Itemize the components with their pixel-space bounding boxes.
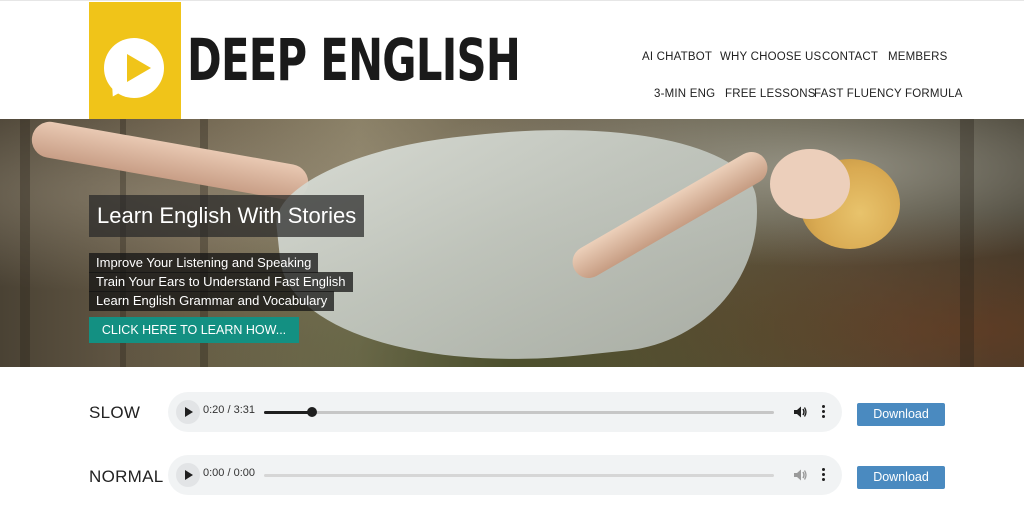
hero-bullet: Improve Your Listening and Speaking [89, 253, 319, 273]
nav-item-contact[interactable]: CONTACT [822, 51, 878, 63]
audio-time: 0:00 / 0:00 [203, 467, 255, 479]
seek-bar-progress [264, 411, 313, 414]
audio-player-slow[interactable]: 0:20 / 3:31 [168, 392, 842, 432]
nav-item-ai-chatbot[interactable]: AI CHATBOT [642, 51, 712, 63]
logo-mark[interactable] [89, 2, 181, 120]
tree-trunk [960, 119, 974, 367]
brand-name[interactable]: DEEP ENGLISH [187, 31, 521, 89]
seek-bar[interactable] [264, 407, 774, 417]
hero-bullet: Train Your Ears to Understand Fast Engli… [89, 272, 353, 292]
hero-bullet: Learn English Grammar and Vocabulary [89, 291, 335, 311]
audio-label-slow: SLOW [89, 403, 141, 422]
hero-banner: Learn English With Stories Improve Your … [0, 119, 1024, 367]
play-button[interactable] [176, 463, 200, 487]
nav-item-fast-fluency-formula[interactable]: FAST FLUENCY FORMULA [814, 88, 963, 100]
site-header: DEEP ENGLISH AI CHATBOT WHY CHOOSE US CO… [0, 0, 1024, 120]
download-button-normal[interactable]: Download [857, 466, 945, 489]
more-options-icon[interactable] [818, 466, 828, 484]
audio-label-normal: NORMAL [89, 467, 164, 486]
tree-trunk [20, 119, 30, 367]
play-icon [185, 470, 193, 480]
nav-item-why-choose-us[interactable]: WHY CHOOSE US [720, 51, 821, 63]
nav-item-free-lessons[interactable]: FREE LESSONS [725, 88, 816, 100]
seek-bar[interactable] [264, 474, 774, 477]
nav-item-3-min-eng[interactable]: 3-MIN ENG [654, 88, 715, 100]
hero-photo-face [770, 149, 850, 219]
volume-icon[interactable] [792, 404, 808, 420]
hero-title: Learn English With Stories [89, 195, 365, 237]
learn-how-button[interactable]: CLICK HERE TO LEARN HOW... [89, 317, 299, 343]
play-icon [185, 407, 193, 417]
nav-item-members[interactable]: MEMBERS [888, 51, 948, 63]
volume-icon[interactable] [792, 467, 808, 483]
more-options-icon[interactable] [818, 403, 828, 421]
seek-bar-thumb[interactable] [307, 407, 318, 417]
audio-player-normal[interactable]: 0:00 / 0:00 [168, 455, 842, 495]
play-icon [127, 54, 151, 82]
download-button-slow[interactable]: Download [857, 403, 945, 426]
play-button[interactable] [176, 400, 200, 424]
audio-time: 0:20 / 3:31 [203, 404, 255, 416]
